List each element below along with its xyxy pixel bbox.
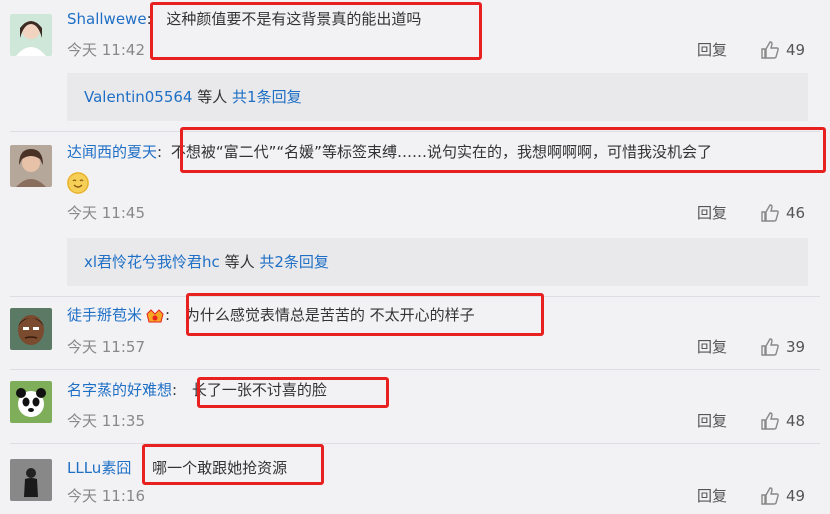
divider [10,443,820,444]
subreply-etc: 等人 [224,253,255,271]
vip-badge-icon [145,308,165,324]
user-avatar[interactable] [10,459,52,501]
user-avatar[interactable] [10,308,52,350]
reply-button[interactable]: 回复 [697,337,727,357]
comment-line: 名字蒸的好难想: 长了一张不讨喜的脸 [67,379,327,401]
comment-time: 今天 11:45 [67,204,145,222]
comment-time: 今天 11:57 [67,338,145,356]
emoji-line [67,171,89,194]
user-avatar[interactable] [10,14,52,56]
smile-emoji-icon [67,171,89,194]
username-link[interactable]: 名字蒸的好难想 [67,381,172,399]
comment-text: 哪一个敢跟她抢资源 [152,459,288,477]
comment-time: 今天 11:16 [67,487,145,505]
comment-line: 达闻西的夏天: 不想被“富二代”“名媛”等标签束缚……说句实在的，我想啊啊啊，可… [67,141,712,163]
like-count: 39 [786,338,806,356]
username-link[interactable]: Shallwewe [67,10,147,28]
like-button[interactable]: 49 [760,40,805,60]
user-avatar[interactable] [10,381,52,423]
thumbs-up-icon [761,41,779,59]
reply-button[interactable]: 回复 [697,411,727,431]
thumbs-up-icon [761,487,779,505]
divider [10,131,820,132]
comment-time: 今天 11:35 [67,412,145,430]
like-button[interactable]: 49 [760,486,805,506]
comment-text: 为什么感觉表情总是苦苦的 不太开心的样子 [184,306,475,324]
comment-time: 今天 11:42 [67,41,145,59]
reply-button[interactable]: 回复 [697,486,727,506]
thumbs-up-icon [761,204,779,222]
subreply-count-link[interactable]: 共2条回复 [259,253,329,271]
comment-line: 徒手掰苞米: 为什么感觉表情总是苦苦的 不太开心的样子 [67,304,475,326]
like-count: 46 [786,204,806,222]
username-link[interactable]: 徒手掰苞米 [67,306,142,324]
divider [10,296,820,297]
username-link[interactable]: LLLu素囧 [67,459,131,477]
like-button[interactable]: 39 [760,337,805,357]
like-count: 49 [786,41,806,59]
thumbs-up-icon [761,412,779,430]
like-count: 49 [786,487,806,505]
reply-button[interactable]: 回复 [697,40,727,60]
colon: : [165,306,171,324]
subreply-users-link[interactable]: Valentin05564 [84,88,192,106]
comment-line: Shallwewe: 这种颜值要不是有这背景真的能出道吗 [67,8,421,30]
comment-text: 不想被“富二代”“名媛”等标签束缚……说句实在的，我想啊啊啊，可惜我没机会了 [170,143,712,161]
subreply-etc: 等人 [197,88,228,106]
user-avatar[interactable] [10,145,52,187]
colon: : [146,10,152,28]
subreply-count-link[interactable]: 共1条回复 [232,88,302,106]
subreply-users-link[interactable]: xl君怜花兮我怜君hc [84,253,220,271]
comment-text: 这种颜值要不是有这背景真的能出道吗 [166,10,422,28]
like-button[interactable]: 46 [760,203,805,223]
like-count: 48 [786,412,806,430]
divider [10,369,820,370]
thumbs-up-icon [761,338,779,356]
comment-line: LLLu素囧 哪一个敢跟她抢资源 [67,457,287,479]
subreply-summary[interactable]: Valentin05564 等人 共1条回复 [67,73,808,121]
reply-button[interactable]: 回复 [697,203,727,223]
colon: : [172,381,178,399]
colon: : [157,143,163,161]
comment-text: 长了一张不讨喜的脸 [191,381,327,399]
like-button[interactable]: 48 [760,411,805,431]
username-link[interactable]: 达闻西的夏天 [67,143,157,161]
subreply-summary[interactable]: xl君怜花兮我怜君hc 等人 共2条回复 [67,238,808,286]
